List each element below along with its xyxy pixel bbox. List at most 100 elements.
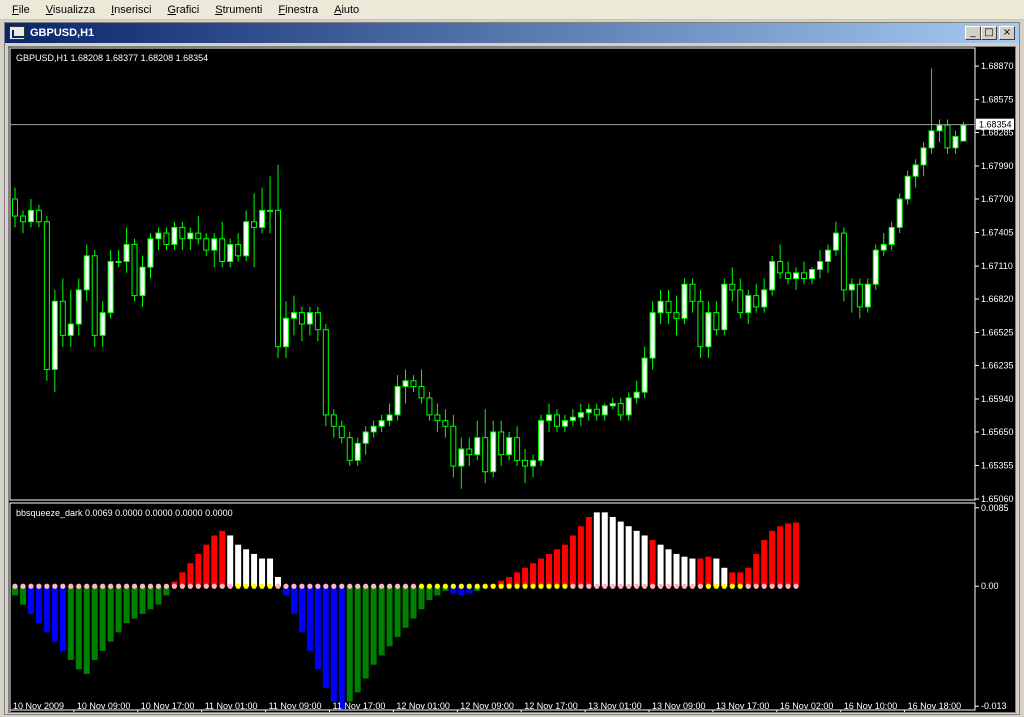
- indicator-bar: [298, 586, 305, 633]
- indicator-bar: [251, 553, 258, 587]
- indicator-bar: [330, 586, 337, 702]
- squeeze-dot: [44, 583, 50, 589]
- candle-body: [450, 425, 457, 467]
- candle-body: [67, 323, 74, 336]
- indicator-bar: [243, 549, 250, 587]
- indicator-frame: [9, 502, 976, 711]
- squeeze-dot: [785, 583, 791, 589]
- indicator-bar: [267, 558, 274, 587]
- candle-body: [91, 255, 98, 336]
- squeeze-dot: [506, 583, 512, 589]
- squeeze-dot: [482, 583, 488, 589]
- menu-aiuto[interactable]: Aiuto: [326, 0, 367, 20]
- squeeze-dot: [76, 583, 82, 589]
- squeeze-dot: [323, 583, 329, 589]
- squeeze-dot: [275, 583, 281, 589]
- indicator-bar: [322, 586, 329, 688]
- candle-body: [633, 391, 640, 399]
- indicator-bar: [721, 567, 728, 587]
- squeeze-dot: [618, 583, 624, 589]
- candle-body: [561, 420, 568, 427]
- candle-body: [410, 380, 417, 387]
- minimize-button[interactable]: _: [965, 26, 981, 40]
- indicator-bar: [227, 535, 234, 587]
- squeeze-dot: [650, 583, 656, 589]
- squeeze-dot: [315, 583, 321, 589]
- indicator-bars-layer: [12, 512, 800, 709]
- squeeze-dot: [681, 583, 688, 589]
- menu-grafici[interactable]: Grafici: [159, 0, 207, 20]
- price-tick-label: 1.66820: [981, 294, 1014, 304]
- indicator-bar: [99, 586, 106, 651]
- close-button[interactable]: ×: [999, 26, 1015, 40]
- time-tick-label: 12 Nov 09:00: [460, 701, 514, 711]
- time-tick-label: 12 Nov 17:00: [524, 701, 578, 711]
- squeeze-dot: [402, 583, 409, 589]
- candle-body: [514, 437, 521, 461]
- candle-body: [43, 221, 50, 370]
- indicator-bar: [219, 530, 226, 587]
- indicator-bar: [75, 586, 82, 670]
- menu-strumenti[interactable]: Strumenti: [207, 0, 270, 20]
- squeeze-dot: [626, 583, 632, 589]
- indicator-bar: [609, 517, 616, 587]
- candle-body: [139, 266, 146, 297]
- squeeze-dot: [283, 583, 289, 589]
- squeeze-dot: [761, 583, 767, 589]
- chart-window: GBPUSD,H1 _ □ × GBPUSD,H1 1.68208 1.6837…: [4, 22, 1020, 715]
- indicator-bar: [346, 586, 353, 702]
- menu-file[interactable]: File: [4, 0, 38, 20]
- indicator-bar: [59, 586, 66, 651]
- price-tick-label: 1.65355: [981, 460, 1014, 470]
- squeeze-dot: [139, 583, 146, 589]
- candle-body: [35, 209, 42, 223]
- squeeze-dot: [147, 583, 154, 589]
- candle-body: [394, 386, 401, 416]
- squeeze-dot: [28, 583, 34, 589]
- squeeze-dot: [721, 583, 727, 589]
- indicator-bar: [107, 586, 114, 642]
- candle-body: [155, 232, 162, 240]
- time-tick-label: 13 Nov 01:00: [588, 701, 642, 711]
- candle-body: [577, 412, 584, 418]
- indicator-bar: [761, 540, 768, 587]
- indicator-bar: [314, 586, 321, 670]
- squeeze-dot: [530, 583, 536, 589]
- price-tick-label: 1.68575: [981, 95, 1014, 105]
- indicator-tick-label: 0.00: [981, 581, 999, 591]
- menu-visualizza[interactable]: Visualizza: [38, 0, 103, 20]
- maximize-button[interactable]: □: [981, 26, 997, 40]
- candle-body: [609, 403, 616, 407]
- squeeze-dot: [689, 583, 696, 589]
- indicator-bar: [538, 558, 545, 587]
- squeeze-dot: [227, 583, 233, 589]
- candle-body: [426, 397, 433, 416]
- candle-body: [330, 414, 337, 427]
- candle-body: [490, 431, 497, 473]
- indicator-bar: [370, 586, 377, 665]
- candle-body: [872, 249, 879, 285]
- squeeze-dot: [634, 583, 640, 589]
- squeeze-dot: [36, 583, 42, 589]
- menu-inserisci[interactable]: Inserisci: [103, 0, 159, 20]
- squeeze-dot: [347, 583, 353, 589]
- squeeze-dot: [769, 583, 775, 589]
- squeeze-dot: [498, 583, 504, 589]
- chart-area[interactable]: GBPUSD,H1 1.68208 1.68377 1.68208 1.6835…: [8, 46, 1016, 714]
- price-axis: 1.688701.685751.682851.679901.677001.674…: [10, 61, 1014, 711]
- time-tick-label: 10 Nov 09:00: [77, 701, 131, 711]
- indicator-bar: [195, 553, 202, 587]
- indicator-bar: [51, 586, 58, 642]
- candle-body: [402, 380, 409, 387]
- candle-body: [960, 124, 967, 142]
- candle-body: [362, 431, 369, 444]
- candle-body: [466, 448, 473, 456]
- candle-body: [625, 397, 632, 416]
- menu-finestra[interactable]: Finestra: [270, 0, 326, 20]
- candle-body: [538, 420, 545, 461]
- candle-body: [163, 232, 170, 245]
- chart-canvas[interactable]: GBPUSD,H1 1.68208 1.68377 1.68208 1.6835…: [9, 47, 1015, 714]
- window-titlebar[interactable]: GBPUSD,H1 _ □ ×: [5, 23, 1019, 43]
- price-tick-label: 1.65940: [981, 394, 1014, 404]
- squeeze-dot: [331, 583, 337, 589]
